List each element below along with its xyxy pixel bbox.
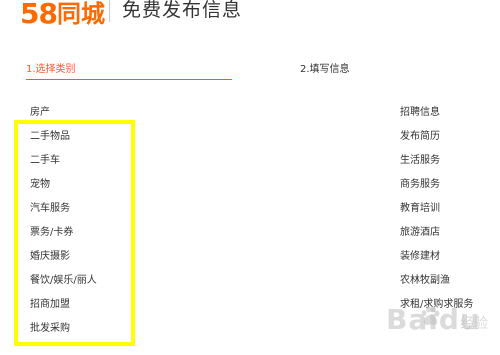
category-list-right: 招聘信息 发布简历 生活服务 商务服务 教育培训 旅游酒店 装修建材 农林牧副渔… [400, 104, 473, 320]
category-item-business-service[interactable]: 商务服务 [400, 176, 473, 200]
category-item-used-car[interactable]: 二手车 [30, 152, 97, 176]
category-item-wholesale[interactable]: 批发采购 [30, 320, 97, 344]
category-item-resume[interactable]: 发布简历 [400, 128, 473, 152]
category-item-house[interactable]: 房产 [30, 104, 97, 128]
header-divider [109, 0, 110, 22]
category-item-education[interactable]: 教育培训 [400, 200, 473, 224]
category-item-secondhand-goods[interactable]: 二手物品 [30, 128, 97, 152]
category-item-agriculture[interactable]: 农林牧副渔 [400, 272, 473, 296]
logo-number: 58 [20, 0, 58, 30]
step-fill-info[interactable]: 2.填写信息 [300, 63, 350, 77]
category-item-rent-buy-service[interactable]: 求租/求购求服务 [400, 296, 473, 320]
category-item-dining-entertainment[interactable]: 餐饮/娱乐/丽人 [30, 272, 97, 296]
category-item-wedding-photo[interactable]: 婚庆摄影 [30, 248, 97, 272]
active-step-underline [26, 79, 232, 80]
logo-text: 同城 [56, 0, 105, 28]
category-item-franchise[interactable]: 招商加盟 [30, 296, 97, 320]
site-logo[interactable]: 58 同城 [20, 0, 105, 28]
page-title: 免费发布信息 [122, 0, 243, 21]
category-item-travel-hotel[interactable]: 旅游酒店 [400, 224, 473, 248]
category-item-pets[interactable]: 宠物 [30, 176, 97, 200]
category-item-jobs[interactable]: 招聘信息 [400, 104, 473, 128]
header: 58 同城 免费发布信息 [0, 0, 500, 32]
page: 58 同城 免费发布信息 1.选择类别 2.填写信息 房产 二手物品 二手车 宠… [0, 0, 500, 355]
category-item-car-service[interactable]: 汽车服务 [30, 200, 97, 224]
category-item-life-service[interactable]: 生活服务 [400, 152, 473, 176]
category-list-left: 房产 二手物品 二手车 宠物 汽车服务 票务/卡券 婚庆摄影 餐饮/娱乐/丽人 … [30, 104, 97, 344]
category-item-decoration[interactable]: 装修建材 [400, 248, 473, 272]
step-select-category[interactable]: 1.选择类别 [26, 63, 76, 77]
category-item-tickets[interactable]: 票务/卡券 [30, 224, 97, 248]
